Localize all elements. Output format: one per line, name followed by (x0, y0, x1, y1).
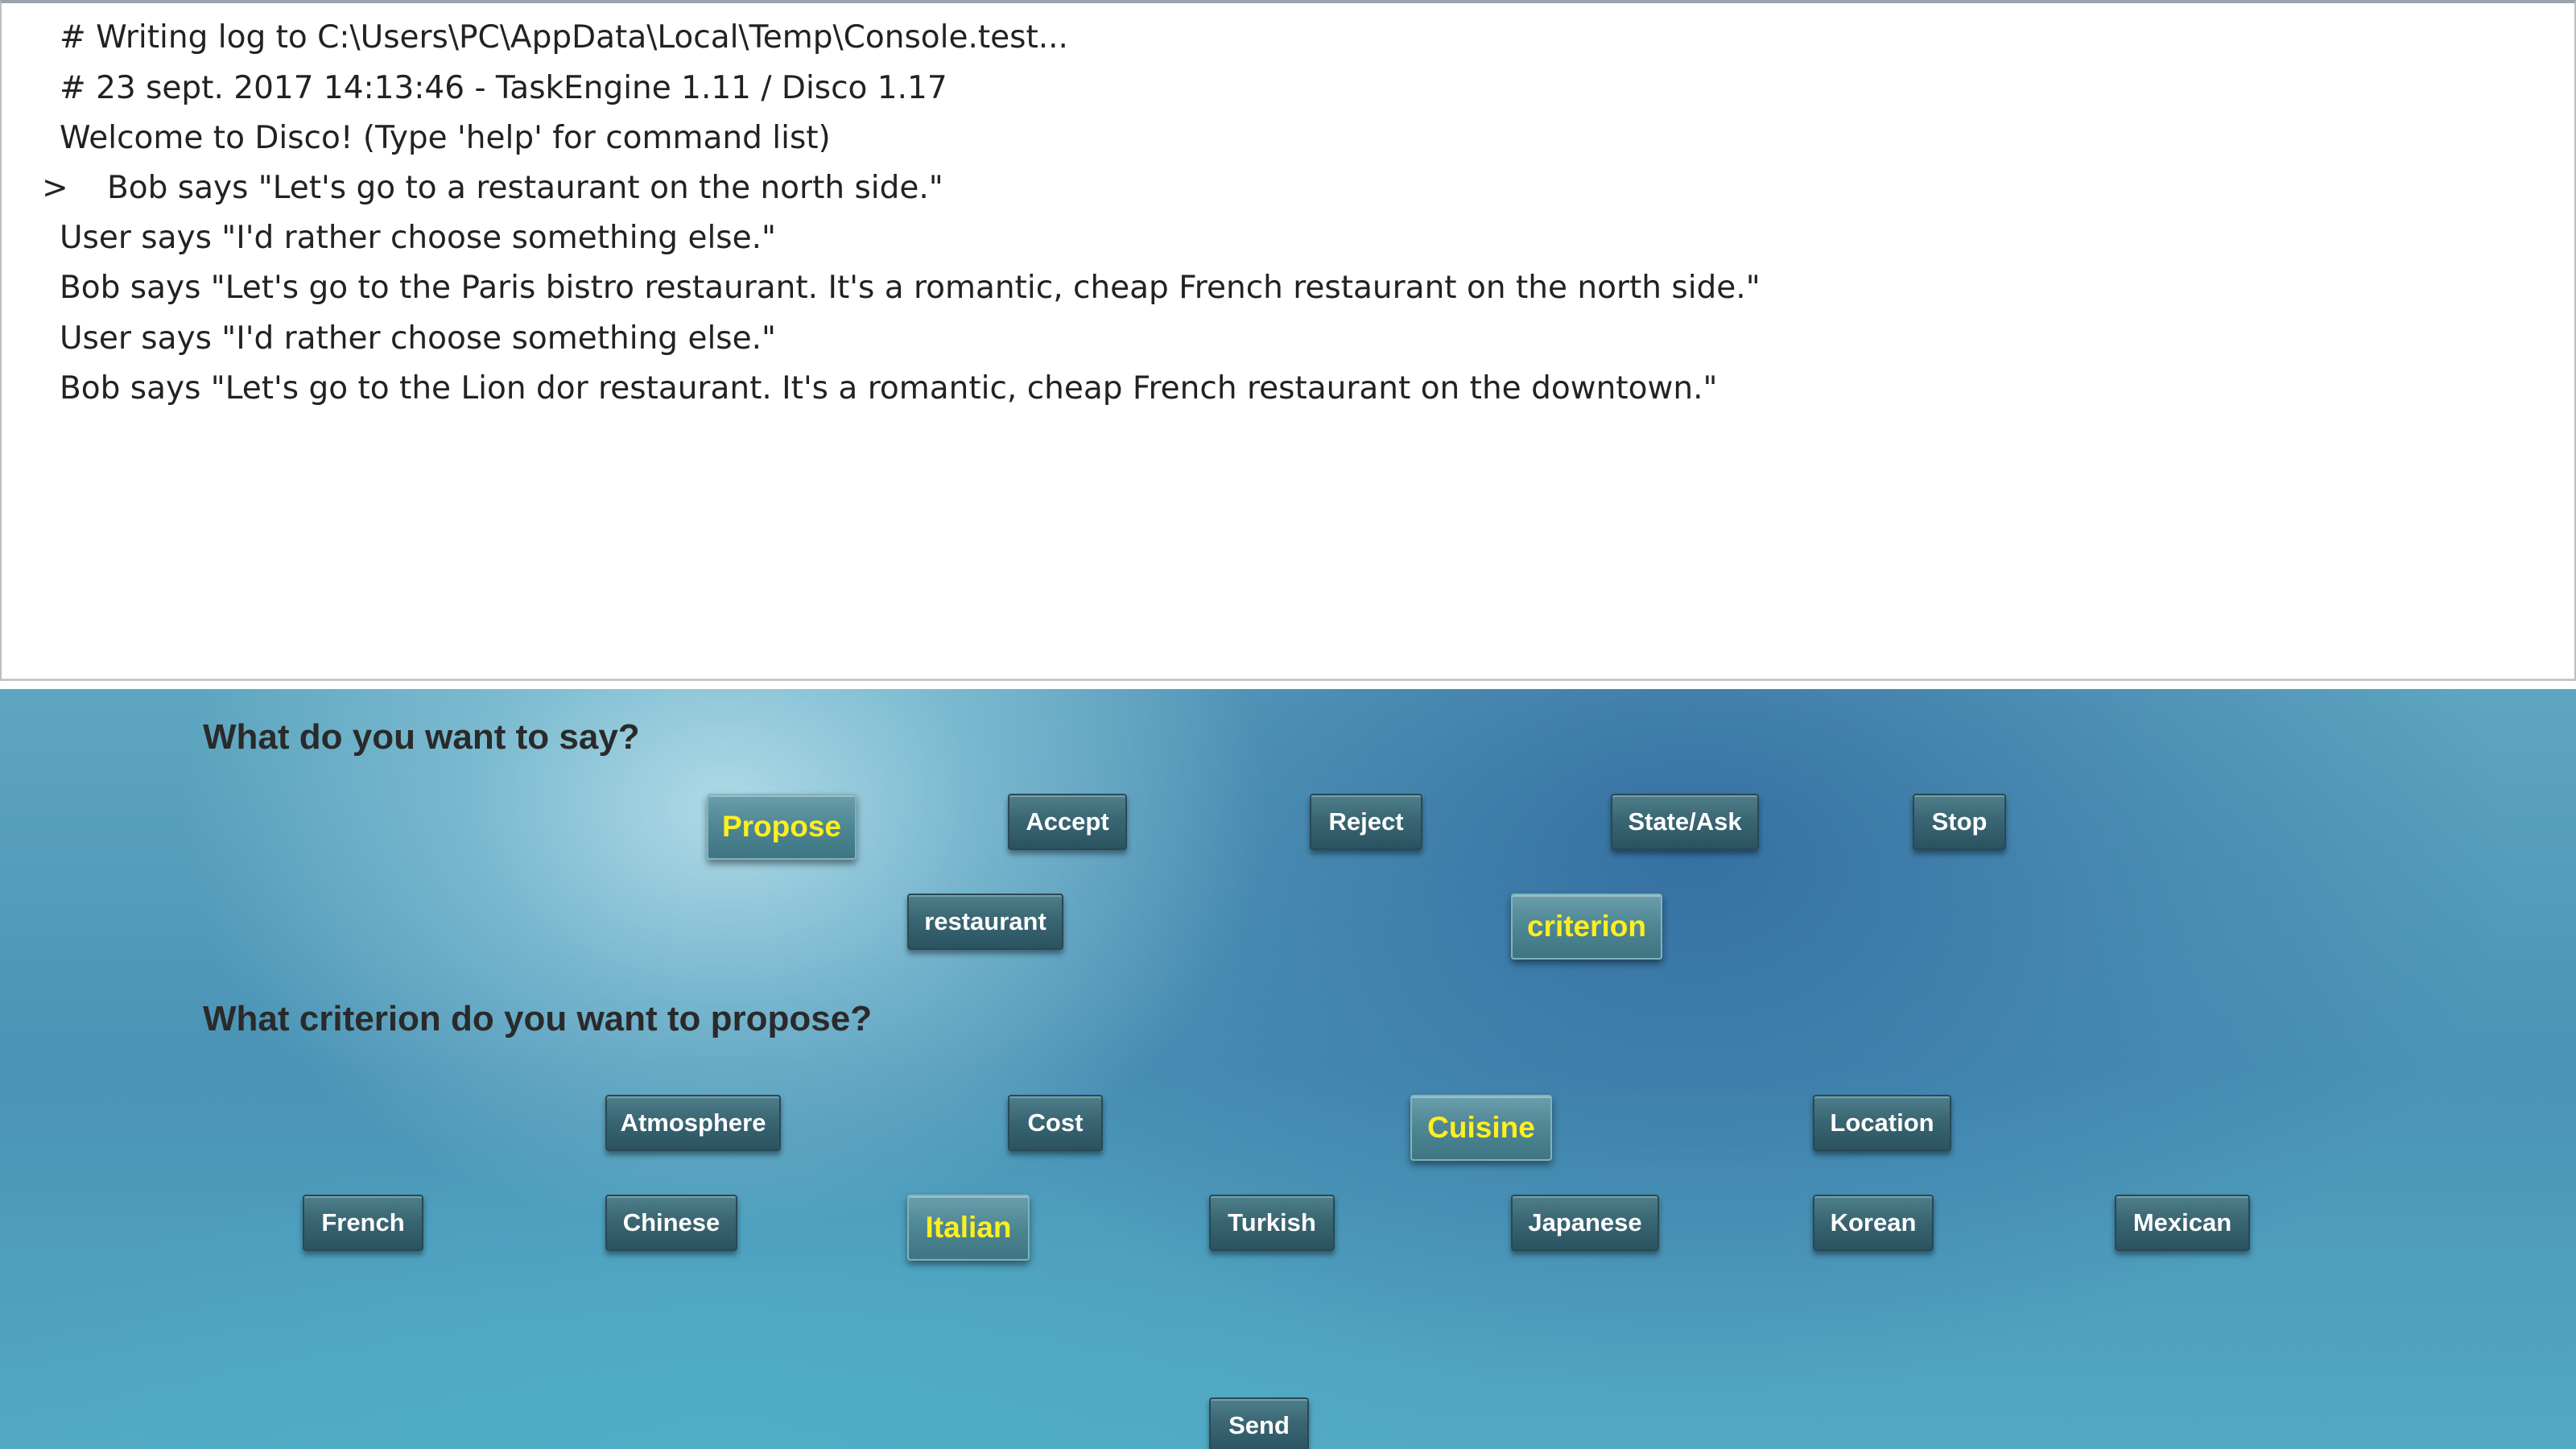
chinese-button[interactable]: Chinese (605, 1195, 737, 1251)
console-prompt: > (42, 170, 68, 206)
console-line: Bob says "Let's go to the Lion dor resta… (60, 370, 1718, 407)
korean-button[interactable]: Korean (1813, 1195, 1934, 1251)
dialogue-panel: What do you want to say? Propose Accept … (0, 689, 2576, 1449)
turkish-button[interactable]: Turkish (1209, 1195, 1335, 1251)
italian-button[interactable]: Italian (907, 1195, 1030, 1261)
propose-button[interactable]: Propose (707, 794, 857, 860)
reject-button[interactable]: Reject (1310, 794, 1422, 850)
restaurant-button[interactable]: restaurant (907, 894, 1063, 950)
location-button[interactable]: Location (1813, 1095, 1951, 1151)
japanese-button[interactable]: Japanese (1511, 1195, 1659, 1251)
console-line: # Writing log to C:\Users\PC\AppData\Loc… (60, 19, 1068, 56)
question-heading-criterion: What criterion do you want to propose? (203, 999, 873, 1038)
accept-button[interactable]: Accept (1008, 794, 1127, 850)
atmosphere-button[interactable]: Atmosphere (605, 1095, 781, 1151)
console-output: # Writing log to C:\Users\PC\AppData\Loc… (0, 0, 2576, 681)
cost-button[interactable]: Cost (1008, 1095, 1103, 1151)
state-ask-button[interactable]: State/Ask (1611, 794, 1759, 850)
console-line: User says "I'd rather choose something e… (60, 220, 776, 256)
mexican-button[interactable]: Mexican (2115, 1195, 2250, 1251)
console-line: # 23 sept. 2017 14:13:46 - TaskEngine 1.… (60, 70, 947, 106)
cuisine-button[interactable]: Cuisine (1410, 1095, 1552, 1161)
console-line: Bob says "Let's go to the Paris bistro r… (60, 270, 1761, 306)
console-line: Welcome to Disco! (Type 'help' for comma… (60, 120, 831, 156)
console-line: Bob says "Let's go to a restaurant on th… (107, 170, 943, 206)
console-line: User says "I'd rather choose something e… (60, 320, 776, 357)
question-heading-utterance: What do you want to say? (203, 717, 640, 757)
stop-button[interactable]: Stop (1913, 794, 2006, 850)
french-button[interactable]: French (303, 1195, 423, 1251)
criterion-button[interactable]: criterion (1511, 894, 1662, 960)
send-button[interactable]: Send (1209, 1397, 1309, 1449)
